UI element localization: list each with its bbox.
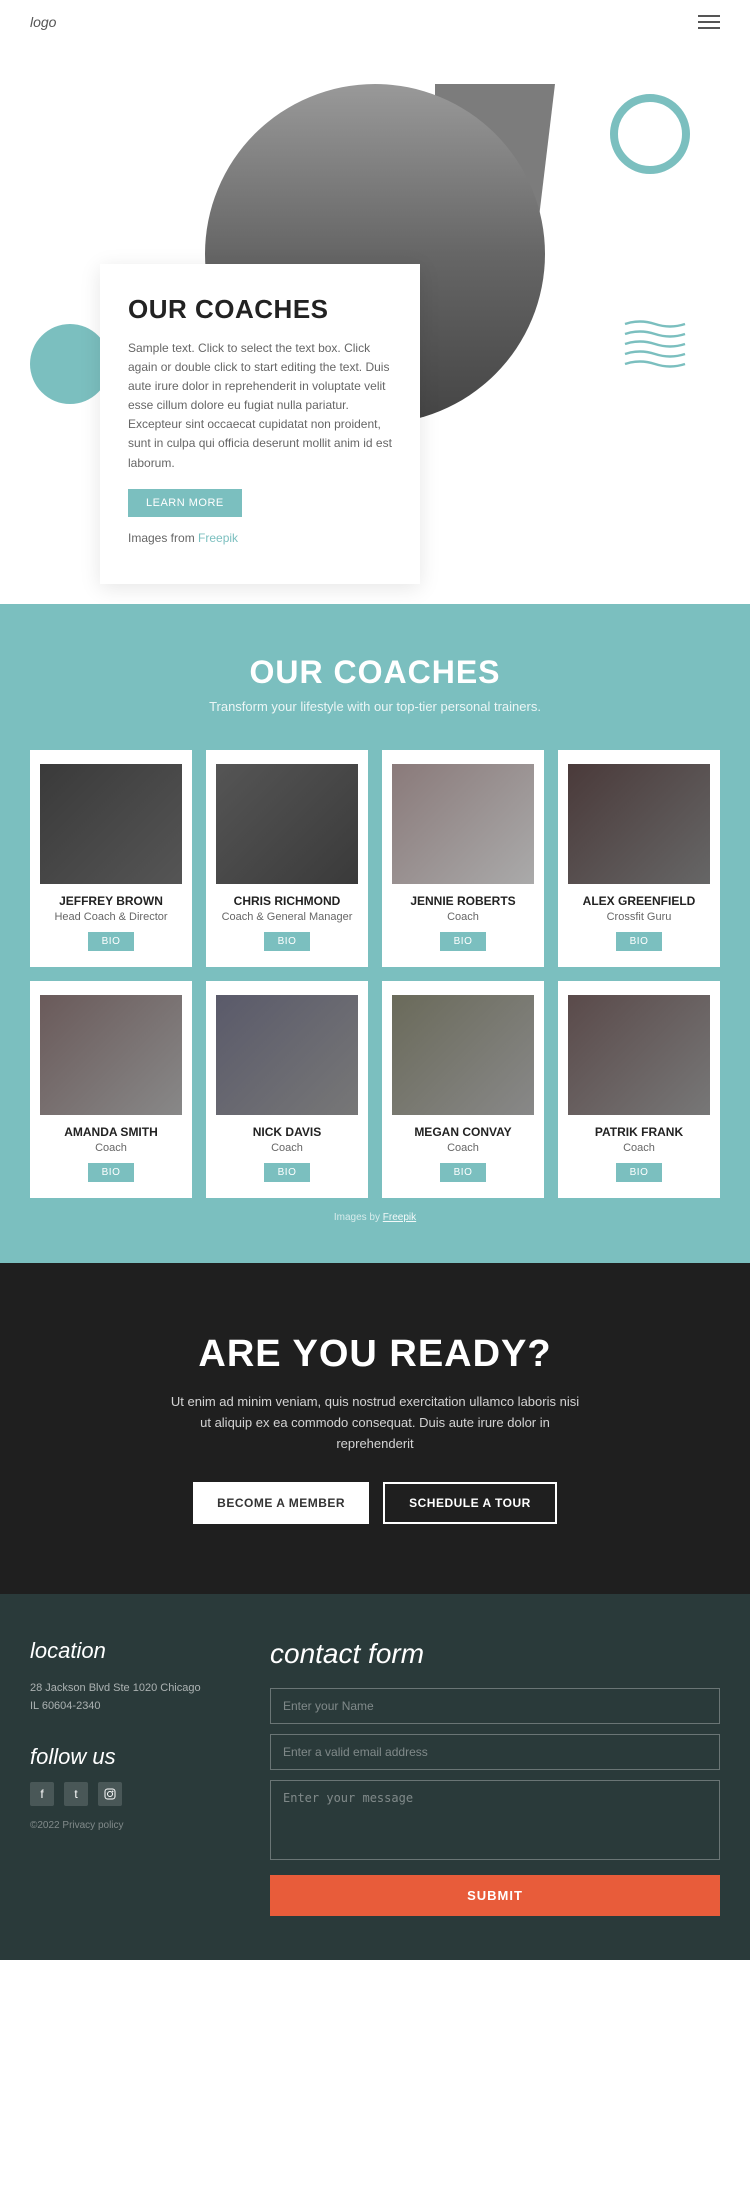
- footer-address: 28 Jackson Blvd Ste 1020 Chicago IL 6060…: [30, 1680, 210, 1715]
- privacy-text: ©2022 Privacy policy: [30, 1820, 210, 1831]
- footer-right: contact form SUBMIT: [240, 1594, 750, 1960]
- coach-name-patrik: PATRIK FRANK: [568, 1125, 710, 1139]
- coach-card-nick: NICK DAVIS Coach BIO: [206, 981, 368, 1198]
- instagram-icon[interactable]: [98, 1782, 122, 1806]
- coach-card-megan: MEGAN CONVAY Coach BIO: [382, 981, 544, 1198]
- coach-role-patrik: Coach: [568, 1142, 710, 1154]
- coaches-hero-description: Sample text. Click to select the text bo…: [128, 339, 392, 473]
- coach-name-jeffrey: Jeffrey Brown: [40, 894, 182, 908]
- ready-buttons: BECOME A MEMBER SCHEDULE A TOUR: [30, 1482, 720, 1524]
- ready-section: ARE YOU READY? Ut enim ad minim veniam, …: [0, 1263, 750, 1594]
- coach-card-amanda: AMANDA SMITH Coach BIO: [30, 981, 192, 1198]
- bio-button-patrik[interactable]: BIO: [616, 1163, 663, 1182]
- bio-button-megan[interactable]: BIO: [440, 1163, 487, 1182]
- hamburger-menu[interactable]: [698, 15, 720, 29]
- header: logo: [0, 0, 750, 44]
- coaches-hero-title: OUR COACHES: [128, 294, 392, 325]
- coach-card-alex: ALEX GREENFIELD Crossfit Guru BIO: [558, 750, 720, 967]
- coach-name-chris: CHRIS RICHMOND: [216, 894, 358, 908]
- bio-button-jeffrey[interactable]: BIO: [88, 932, 135, 951]
- location-title: location: [30, 1638, 210, 1664]
- coach-photo-nick: [216, 995, 358, 1115]
- coach-role-jennie: Coach: [392, 911, 534, 923]
- hero-section: OUR COACHES Sample text. Click to select…: [0, 44, 750, 604]
- bio-button-alex[interactable]: BIO: [616, 932, 663, 951]
- footer-left: location 28 Jackson Blvd Ste 1020 Chicag…: [0, 1594, 240, 1960]
- footer: location 28 Jackson Blvd Ste 1020 Chicag…: [0, 1594, 750, 1960]
- bio-button-nick[interactable]: BIO: [264, 1163, 311, 1182]
- coach-role-chris: Coach & General Manager: [216, 911, 358, 923]
- coach-card-jennie: JENNIE ROBERTS Coach BIO: [382, 750, 544, 967]
- bio-button-chris[interactable]: BIO: [264, 932, 311, 951]
- contact-form-title: contact form: [270, 1638, 720, 1670]
- bio-button-jennie[interactable]: BIO: [440, 932, 487, 951]
- facebook-icon[interactable]: f: [30, 1782, 54, 1806]
- coach-role-megan: Coach: [392, 1142, 534, 1154]
- contact-message-input[interactable]: [270, 1780, 720, 1860]
- coach-name-megan: MEGAN CONVAY: [392, 1125, 534, 1139]
- coach-card-jeffrey: Jeffrey Brown Head Coach & Director BIO: [30, 750, 192, 967]
- submit-button[interactable]: SUBMIT: [270, 1875, 720, 1916]
- social-icons: f t: [30, 1782, 210, 1806]
- coach-photo-amanda: [40, 995, 182, 1115]
- coach-name-amanda: AMANDA SMITH: [40, 1125, 182, 1139]
- contact-email-input[interactable]: [270, 1734, 720, 1770]
- coach-card-chris: CHRIS RICHMOND Coach & General Manager B…: [206, 750, 368, 967]
- coach-name-nick: NICK DAVIS: [216, 1125, 358, 1139]
- coach-role-nick: Coach: [216, 1142, 358, 1154]
- coach-photo-jennie: [392, 764, 534, 884]
- coach-role-amanda: Coach: [40, 1142, 182, 1154]
- contact-name-input[interactable]: [270, 1688, 720, 1724]
- coaches-section: OUR COACHES Transform your lifestyle wit…: [0, 604, 750, 1263]
- coach-card-patrik: PATRIK FRANK Coach BIO: [558, 981, 720, 1198]
- twitter-icon[interactable]: t: [64, 1782, 88, 1806]
- coaches-grid-row2: AMANDA SMITH Coach BIO NICK DAVIS Coach …: [30, 981, 720, 1198]
- freepik-link[interactable]: Freepik: [198, 531, 238, 545]
- hero-decoration-circle-outline: [610, 94, 690, 174]
- coach-photo-chris: [216, 764, 358, 884]
- coach-photo-jeffrey: [40, 764, 182, 884]
- coaches-freepik-note: Images by Freepik: [30, 1212, 720, 1223]
- become-member-button[interactable]: BECOME A MEMBER: [193, 1482, 369, 1524]
- hero-decoration-circle-filled: [30, 324, 110, 404]
- coaches-hero-card: OUR COACHES Sample text. Click to select…: [100, 264, 420, 585]
- coach-role-alex: Crossfit Guru: [568, 911, 710, 923]
- hero-decoration-waves: [620, 314, 700, 379]
- coach-name-jennie: JENNIE ROBERTS: [392, 894, 534, 908]
- coach-photo-alex: [568, 764, 710, 884]
- bio-button-amanda[interactable]: BIO: [88, 1163, 135, 1182]
- logo: logo: [30, 14, 56, 30]
- coaches-grid-row1: Jeffrey Brown Head Coach & Director BIO …: [30, 750, 720, 967]
- freepik-note: Images from Freepik: [128, 529, 392, 548]
- learn-more-button[interactable]: LEARN MORE: [128, 489, 242, 517]
- coach-name-alex: ALEX GREENFIELD: [568, 894, 710, 908]
- follow-title: follow us: [30, 1744, 210, 1770]
- ready-title: ARE YOU READY?: [30, 1333, 720, 1376]
- ready-description: Ut enim ad minim veniam, quis nostrud ex…: [165, 1392, 585, 1454]
- ready-content: ARE YOU READY? Ut enim ad minim veniam, …: [30, 1333, 720, 1524]
- coaches-freepik-link[interactable]: Freepik: [383, 1212, 416, 1223]
- schedule-tour-button[interactable]: SCHEDULE A TOUR: [383, 1482, 557, 1524]
- coach-role-jeffrey: Head Coach & Director: [40, 911, 182, 923]
- coaches-section-title: OUR COACHES: [30, 654, 720, 691]
- coaches-section-subtitle: Transform your lifestyle with our top-ti…: [30, 699, 720, 714]
- coach-photo-patrik: [568, 995, 710, 1115]
- coach-photo-megan: [392, 995, 534, 1115]
